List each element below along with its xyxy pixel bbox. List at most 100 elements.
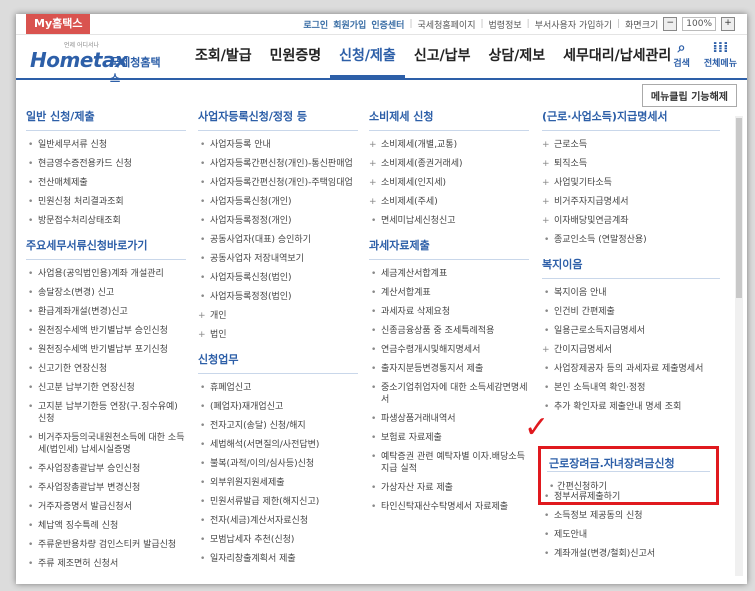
all-menu-button[interactable]: ⁞⁞⁞ 전체메뉴 <box>704 40 737 69</box>
menu-item[interactable]: 원천징수세액 반기별납부 승인신청 <box>26 325 186 337</box>
menu-item[interactable]: 중소기업취업자에 대한 소득세감면명세서 <box>369 382 529 406</box>
menu-item[interactable]: 일자리창출계획서 제출 <box>198 553 358 565</box>
menu-item[interactable]: 사업자등록 안내 <box>198 139 358 151</box>
menu-item[interactable]: 보험료 자료제출 <box>369 432 529 444</box>
scrollbar-thumb[interactable] <box>736 118 742 298</box>
menu-item[interactable]: 세법해석(서면질의/사전답변) <box>198 439 358 451</box>
menu-item[interactable]: 세금계산서합계표 <box>369 268 529 280</box>
menu-item[interactable]: 현금영수증전용카드 신청 <box>26 158 186 170</box>
menu-item[interactable]: 소비제세(개별,교통) <box>369 139 529 151</box>
menu-item[interactable]: 종교인소득 (연말정산용) <box>542 234 720 246</box>
menu-item[interactable]: 추가 확인자료 제출안내 명세 조회 <box>542 401 720 413</box>
signup-link[interactable]: 회원가입 <box>333 18 366 31</box>
menu-item[interactable]: 사업장제공자 등의 과세자료 제출명세서 <box>542 363 720 375</box>
menu-item[interactable]: 소비제세(종권거래세) <box>369 158 529 170</box>
menu-item[interactable]: 비거주자지급명세서 <box>542 196 720 208</box>
menu-item[interactable]: 주사업장총괄납부 변경신청 <box>26 482 186 494</box>
menu-civil-cert[interactable]: 민원증명 <box>261 34 331 78</box>
search-button[interactable]: ⌕ 검색 <box>673 40 690 69</box>
nts-homepage-link[interactable]: 국세청홈페이지 <box>418 18 476 31</box>
zoom-in-button[interactable]: + <box>721 17 735 31</box>
menu-consult-report[interactable]: 상담/제보 <box>479 34 554 78</box>
menu-report-pay[interactable]: 신고/납부 <box>405 34 480 78</box>
menu-item[interactable]: 예탁증권 관련 예탁자별 이자.배당소득지급 실적 <box>369 451 529 475</box>
menu-item[interactable]: 사업용(공익법인용)계좌 개설관리 <box>26 268 186 280</box>
menu-item[interactable]: 일반세무서류 신청 <box>26 139 186 151</box>
scrollbar[interactable] <box>735 116 743 576</box>
menu-item[interactable]: 사업및기타소득 <box>542 177 720 189</box>
quick-apply-link[interactable]: 간편신청하기 <box>549 479 607 492</box>
menu-item[interactable]: 소비제세(주세) <box>369 196 529 208</box>
menu-item[interactable]: 비거주자등의국내원천소득에 대한 소득세(법인세) 납세시실증명 <box>26 432 186 456</box>
menu-apply-submit[interactable]: 신청/제출 <box>330 34 405 78</box>
hometax-logo[interactable]: 언제 어디서나 Hometax 국세청홈택스 <box>26 40 166 85</box>
menu-item[interactable]: 연금수령개시및해지명세서 <box>369 344 529 356</box>
menu-item[interactable]: 신고기한 연장신청 <box>26 363 186 375</box>
menu-item[interactable]: 계좌개설(변경/철회)신고서 <box>542 548 720 560</box>
menu-inquiry-issue[interactable]: 조회/발급 <box>186 34 261 78</box>
menu-item[interactable]: 개인 <box>198 310 358 322</box>
menu-item[interactable]: 타인신탁재산수탁명세서 자료제출 <box>369 501 529 513</box>
separator: | <box>409 19 413 29</box>
menu-item[interactable]: 소비제세(인지세) <box>369 177 529 189</box>
auth-center-link[interactable]: 인증센터 <box>371 18 404 31</box>
dept-user-signup-link[interactable]: 부서사용자 가입하기 <box>535 18 612 31</box>
menu-item[interactable]: 제도안내 <box>542 529 720 541</box>
menu-item[interactable]: 주사업장총괄납부 승인신청 <box>26 463 186 475</box>
zoom-out-button[interactable]: − <box>663 17 678 31</box>
screen-size-label: 화면크기 <box>625 20 659 31</box>
menu-item[interactable]: 일용근로소득지급명세서 <box>542 325 720 337</box>
menu-item[interactable]: 민원서류발급 제한(해지신고) <box>198 496 358 508</box>
menu-item[interactable]: 사업자등록정정(개인) <box>198 215 358 227</box>
menu-item[interactable]: 고지분 납부기한등 연장(구.징수유예) 신청 <box>26 401 186 425</box>
menu-item[interactable]: 본인 소득내역 확인·정정 <box>542 382 720 394</box>
my-hometax-tab[interactable]: My홈택스 <box>26 14 91 34</box>
law-info-link[interactable]: 법령정보 <box>489 18 522 31</box>
menu-item[interactable]: 간이지급명세서 <box>542 344 720 356</box>
menu-item[interactable]: 전산매체제출 <box>26 177 186 189</box>
menu-item[interactable]: (폐업자)재개업신고 <box>198 401 358 413</box>
menu-item[interactable]: 과세자료 삭제요청 <box>369 306 529 318</box>
menu-item[interactable]: 사업자등록간편신청(개인)-통신판매업 <box>198 158 358 170</box>
menu-item[interactable]: 사업자등록정정(법인) <box>198 291 358 303</box>
menu-item[interactable]: 복지이음 안내 <box>542 287 720 299</box>
menu-item[interactable]: 전자고지(송달) 신청/해지 <box>198 420 358 432</box>
menu-item[interactable]: 송달장소(변경) 신고 <box>26 287 186 299</box>
menu-item[interactable]: 주류 제조면허 신청서 <box>26 558 186 570</box>
menu-item[interactable]: 근로소득 <box>542 139 720 151</box>
menu-item[interactable]: 체납액 징수특례 신청 <box>26 520 186 532</box>
menu-item[interactable]: 방문접수처리상태조회 <box>26 215 186 227</box>
menu-clip-unlock-button[interactable]: 메뉴클립 기능해제 <box>641 84 737 107</box>
menu-item[interactable]: 불복(과적/이의/심사등)신청 <box>198 458 358 470</box>
login-link[interactable]: 로그인 <box>303 18 328 31</box>
menu-item[interactable]: 인건비 간편제출 <box>542 306 720 318</box>
utility-links: 로그인 회원가입 인증센터 | 국세청홈페이지 | 법령정보 | 부서사용자 가… <box>303 17 735 31</box>
menu-item[interactable]: 주류운반용차량 검인스티커 발급신청 <box>26 539 186 551</box>
menu-item[interactable]: 외부위원지원세제출 <box>198 477 358 489</box>
menu-item[interactable]: 이자배당및연금계좌 <box>542 215 720 227</box>
menu-item[interactable]: 사업자등록간편신청(개인)-주택임대업 <box>198 177 358 189</box>
menu-item[interactable]: 휴폐업신고 <box>198 382 358 394</box>
menu-item[interactable]: 사업자등록신청(법인) <box>198 272 358 284</box>
menu-item[interactable]: 면세미납세신청신고 <box>369 215 529 227</box>
menu-item[interactable]: 사업자등록신청(개인) <box>198 196 358 208</box>
section-title: (근로·사업소득)지급명세서 <box>542 108 720 131</box>
menu-item[interactable]: 소득정보 제공동의 신청 <box>542 510 720 522</box>
menu-item[interactable]: 신종금융상품 중 조세특례적용 <box>369 325 529 337</box>
menu-item[interactable]: 가상자산 자료 제출 <box>369 482 529 494</box>
menu-tax-agent[interactable]: 세무대리/납세관리 <box>554 34 680 78</box>
menu-item[interactable]: 파생상품거래내역서 <box>369 413 529 425</box>
menu-item[interactable]: 공동사업자(대표) 승인하기 <box>198 234 358 246</box>
menu-item[interactable]: 모범납세자 추천(신청) <box>198 534 358 546</box>
menu-item[interactable]: 계산서합계표 <box>369 287 529 299</box>
menu-item[interactable]: 법인 <box>198 329 358 341</box>
menu-item[interactable]: 환급계좌개설(변경)신고 <box>26 306 186 318</box>
menu-item[interactable]: 전자(세금)계산서자료신청 <box>198 515 358 527</box>
menu-item[interactable]: 민원신청 처리결과조회 <box>26 196 186 208</box>
menu-item[interactable]: 원천징수세액 반기별납부 포기신청 <box>26 344 186 356</box>
menu-item[interactable]: 공동사업자 저장내역보기 <box>198 253 358 265</box>
menu-item[interactable]: 거주자증명서 발급신청서 <box>26 501 186 513</box>
menu-item[interactable]: 신고분 납부기한 연장신청 <box>26 382 186 394</box>
menu-item[interactable]: 퇴직소득 <box>542 158 720 170</box>
menu-item[interactable]: 출자지분등변경통지서 제출 <box>369 363 529 375</box>
